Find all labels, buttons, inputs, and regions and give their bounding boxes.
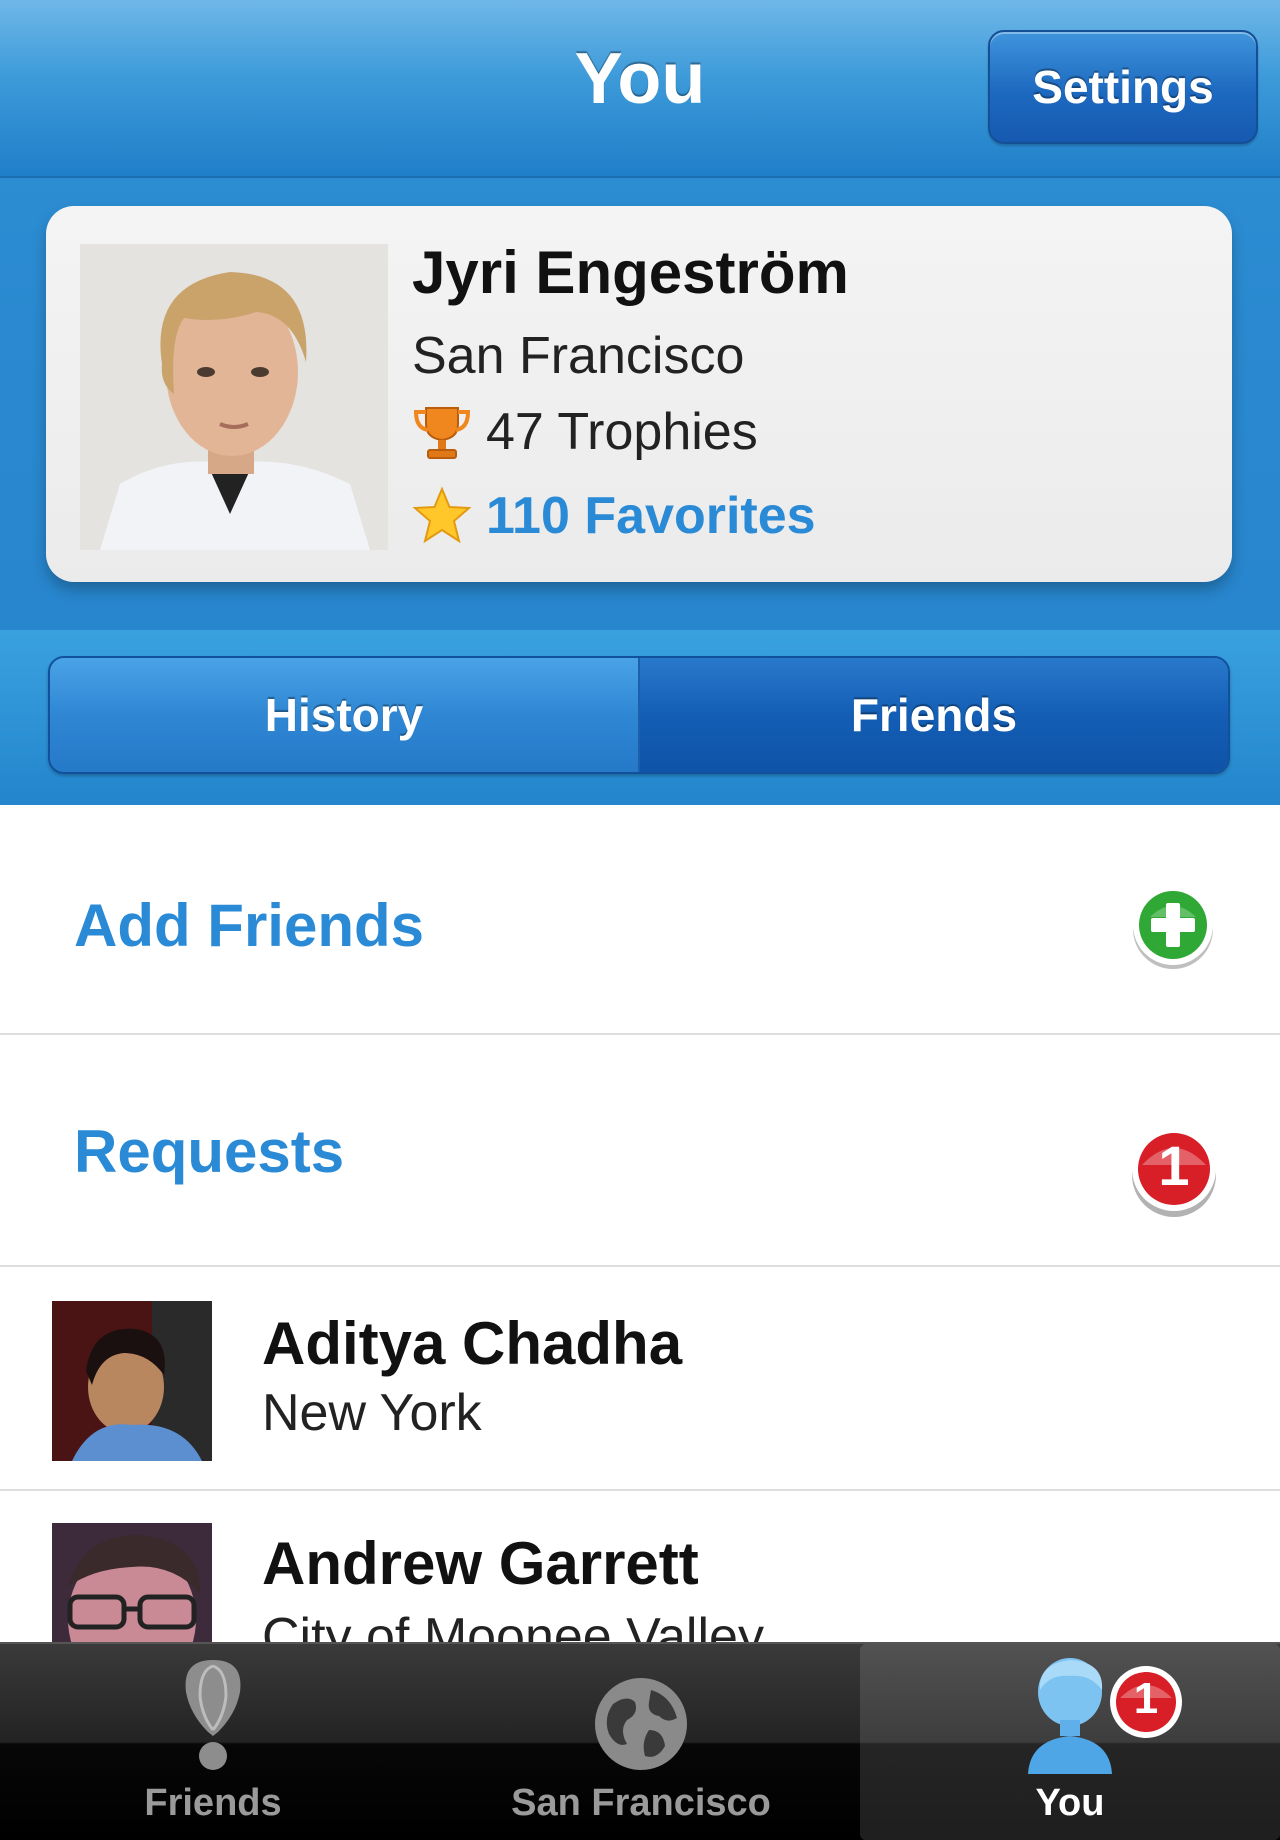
person-icon xyxy=(1028,1658,1112,1774)
friend-avatar xyxy=(52,1301,212,1461)
trophies-count[interactable]: 47 Trophies xyxy=(412,402,758,462)
friend-row[interactable]: Aditya Chadha New York xyxy=(0,1267,1280,1491)
profile-card[interactable]: Jyri Engeström San Francisco 47 Trophies… xyxy=(46,206,1232,582)
requests-label: Requests xyxy=(74,1118,345,1185)
pin-icon xyxy=(185,1660,241,1770)
friend-avatar-image xyxy=(52,1301,212,1461)
trophy-icon xyxy=(413,407,471,459)
profile-name: Jyri Engeström xyxy=(412,239,849,306)
friend-city: New York xyxy=(262,1384,482,1442)
segmented-control: History Friends xyxy=(48,656,1230,774)
add-friends-row[interactable]: Add Friends xyxy=(0,805,1280,1035)
tab-you[interactable]: You xyxy=(860,1644,1280,1840)
add-icon[interactable] xyxy=(1128,881,1218,971)
tab-san-francisco[interactable]: San Francisco xyxy=(426,1644,856,1840)
profile-avatar-image xyxy=(80,244,388,550)
segment-history[interactable]: History xyxy=(50,658,640,772)
requests-count: 1 xyxy=(1158,1134,1190,1197)
profile-city: San Francisco xyxy=(412,327,745,385)
friend-name: Aditya Chadha xyxy=(262,1310,683,1377)
profile-avatar xyxy=(80,244,388,550)
tab-bar: Friends San Francisco You xyxy=(0,1642,1280,1840)
requests-row[interactable]: Requests 1 xyxy=(0,1035,1280,1267)
favorites-link[interactable]: 110 Favorites xyxy=(412,486,816,546)
add-friends-label: Add Friends xyxy=(74,892,425,959)
globe-icon xyxy=(595,1678,687,1770)
requests-badge: 1 xyxy=(1126,1121,1222,1217)
friend-name: Andrew Garrett xyxy=(262,1530,699,1597)
favorites-label: 110 Favorites xyxy=(486,487,816,545)
tab-friends-label: Friends xyxy=(144,1782,282,1824)
settings-button[interactable]: Settings xyxy=(988,30,1258,144)
tab-you-badge-count: 1 xyxy=(1133,1674,1159,1723)
tab-you-badge: 1 xyxy=(1108,1664,1184,1740)
tab-you-label: You xyxy=(1035,1782,1105,1824)
segment-friends[interactable]: Friends xyxy=(640,658,1228,772)
trophies-label: 47 Trophies xyxy=(486,403,758,461)
star-icon xyxy=(412,486,472,544)
navigation-bar: You Settings xyxy=(0,0,1280,178)
tab-san-francisco-label: San Francisco xyxy=(511,1782,771,1824)
tab-friends[interactable]: Friends xyxy=(0,1644,426,1840)
